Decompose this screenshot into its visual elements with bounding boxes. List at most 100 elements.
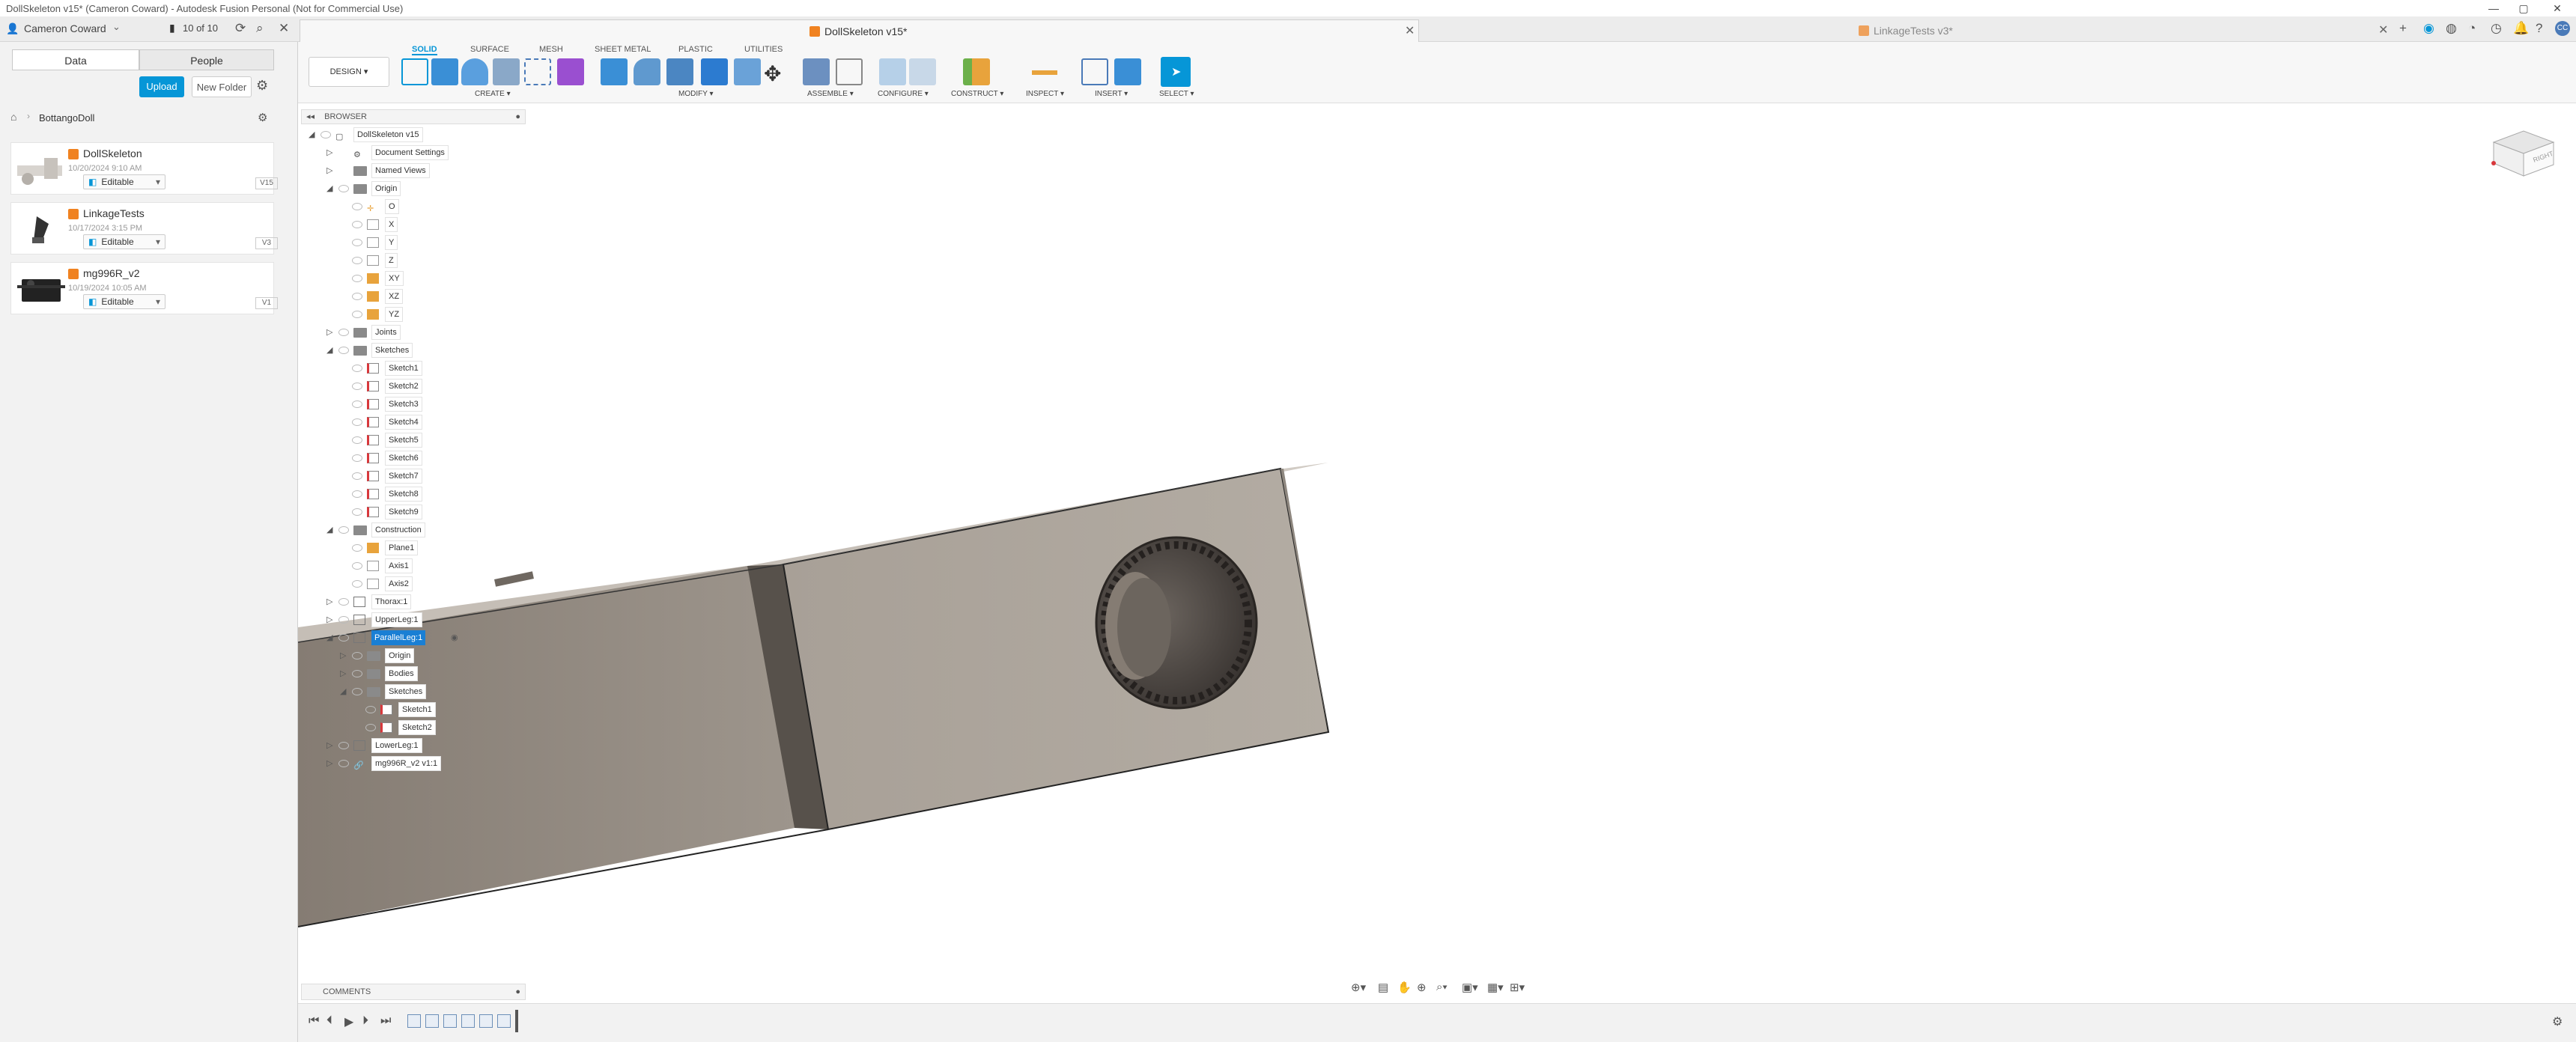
status-dropdown[interactable]: ◧ Editable ▾ — [83, 174, 165, 189]
workspace-tab-solid[interactable]: SOLID — [412, 45, 437, 55]
expand-icon[interactable]: ▷ — [326, 145, 332, 160]
timeline-feature[interactable] — [479, 1014, 493, 1028]
workspace-tab-plastic[interactable]: PLASTIC — [678, 45, 713, 54]
pan-icon[interactable]: ✋ — [1397, 981, 1412, 994]
jobs-status-icon[interactable]: ◔ — [2468, 21, 2476, 36]
servo-spline-gear[interactable] — [1095, 536, 1258, 710]
file-card-mg996r[interactable]: mg996R_v2 10/19/2024 10:05 AM ◧ Editable ▾… — [10, 262, 278, 314]
visibility-eye-icon[interactable] — [352, 472, 362, 480]
visibility-eye-icon[interactable] — [352, 383, 362, 390]
modify-menu[interactable]: MODIFY ▾ — [678, 90, 714, 98]
activate-component-icon[interactable]: ◉ — [451, 630, 458, 645]
visibility-eye-icon[interactable] — [352, 311, 362, 318]
visibility-eye-icon[interactable] — [352, 652, 362, 659]
revolve-button[interactable] — [461, 58, 488, 85]
visibility-eye-icon[interactable] — [338, 526, 349, 534]
visibility-eye-icon[interactable] — [352, 580, 362, 588]
go-to-end-icon[interactable]: ⏭ — [380, 1014, 391, 1028]
configure-table-button[interactable] — [879, 58, 906, 85]
orbit-icon[interactable]: ⊕▾ — [1351, 981, 1366, 994]
browser-panel-header[interactable]: ◂◂ BROWSER ● — [301, 109, 526, 124]
viewports-icon[interactable]: ⊞▾ — [1510, 981, 1525, 994]
folder-settings-icon[interactable]: ⚙ — [258, 111, 267, 124]
view-cube[interactable]: RIGHT — [2486, 120, 2561, 180]
visibility-eye-icon[interactable] — [352, 562, 362, 570]
pattern-button[interactable] — [524, 58, 551, 85]
visibility-eye-icon[interactable] — [365, 724, 376, 731]
upload-button[interactable]: Upload — [139, 76, 184, 97]
maximize-icon[interactable]: ▢ — [2505, 0, 2542, 16]
visibility-eye-icon[interactable] — [338, 616, 349, 624]
canvas-viewport[interactable]: RIGHT — [298, 103, 2576, 996]
visibility-eye-icon[interactable] — [338, 329, 349, 336]
workspace-tab-sheet-metal[interactable]: SHEET METAL — [595, 45, 651, 54]
refresh-icon[interactable]: ⟳ — [235, 21, 246, 36]
create-form-button[interactable] — [557, 58, 584, 85]
breadcrumb[interactable]: BottangoDoll — [39, 112, 94, 124]
workspace-tab-mesh[interactable]: MESH — [539, 45, 563, 54]
model-canvas[interactable] — [298, 103, 2576, 996]
visibility-eye-icon[interactable] — [352, 454, 362, 462]
file-name[interactable]: mg996R_v2 — [83, 267, 140, 279]
expand-icon[interactable]: ▷ — [326, 325, 332, 340]
timeline-feature[interactable] — [443, 1014, 457, 1028]
construct-menu[interactable]: CONSTRUCT ▾ — [951, 90, 1003, 98]
offset-plane-button[interactable] — [963, 58, 990, 85]
new-tab-icon[interactable]: + — [2399, 21, 2407, 36]
visibility-eye-icon[interactable] — [352, 508, 362, 516]
fit-icon[interactable]: ⌕▾ — [1436, 981, 1448, 993]
file-card-dollskeleton[interactable]: DollSkeleton 10/20/2024 9:10 AM ◧ Editabl… — [10, 142, 278, 195]
online-status-icon[interactable]: ◍ — [2446, 21, 2457, 36]
status-dropdown[interactable]: ◧ Editable ▾ — [83, 234, 165, 249]
gear-icon[interactable]: ⚙ — [256, 78, 268, 94]
chamfer-button[interactable] — [666, 58, 693, 85]
look-at-icon[interactable]: ▤ — [1378, 981, 1388, 994]
new-component-button[interactable] — [803, 58, 830, 85]
version-badge[interactable]: V1 — [255, 297, 278, 309]
search-icon[interactable]: ⌕ — [256, 21, 264, 36]
tab-linkagetests[interactable]: LinkageTests v3* ✕ — [1420, 19, 2393, 42]
visibility-eye-icon[interactable] — [352, 203, 362, 210]
home-icon[interactable]: ⌂ — [10, 111, 16, 123]
timeline-settings-icon[interactable]: ⚙ — [2552, 1014, 2563, 1029]
insert-derive-button[interactable] — [1081, 58, 1108, 85]
select-button[interactable]: ➤ — [1161, 57, 1191, 87]
comments-panel[interactable]: COMMENTS ● — [301, 984, 526, 1000]
create-sketch-button[interactable] — [401, 58, 428, 85]
comments-pin-icon[interactable]: ● — [515, 984, 520, 999]
configure-rule-button[interactable] — [909, 58, 936, 85]
status-dropdown[interactable]: ◧ Editable ▾ — [83, 294, 165, 309]
visibility-eye-icon[interactable] — [352, 418, 362, 426]
visibility-eye-icon[interactable] — [352, 365, 362, 372]
file-name[interactable]: LinkageTests — [83, 207, 145, 219]
visibility-eye-icon[interactable] — [365, 706, 376, 713]
close-window-icon[interactable]: ✕ — [2539, 0, 2576, 16]
visibility-eye-icon[interactable] — [352, 239, 362, 246]
timeline-feature[interactable] — [497, 1014, 511, 1028]
clock-icon[interactable]: ◷ — [2491, 21, 2502, 36]
visibility-eye-icon[interactable] — [352, 670, 362, 677]
insert-canvas-button[interactable] — [1114, 58, 1141, 85]
collapse-icon[interactable]: ◢ — [326, 343, 332, 358]
extrude-button[interactable] — [431, 58, 458, 85]
file-card-linkagetests[interactable]: LinkageTests 10/17/2024 3:15 PM ◧ Editabl… — [10, 202, 278, 255]
grid-settings-icon[interactable]: ▦▾ — [1487, 981, 1504, 994]
visibility-eye-icon[interactable] — [352, 490, 362, 498]
notifications-icon[interactable]: 🔔 — [2513, 21, 2529, 36]
measure-button[interactable] — [1032, 70, 1057, 75]
expand-icon[interactable]: ▷ — [340, 666, 346, 681]
visibility-eye-icon[interactable] — [321, 131, 331, 138]
visibility-eye-icon[interactable] — [352, 544, 362, 552]
file-name[interactable]: DollSkeleton — [83, 147, 142, 159]
expand-icon[interactable]: ▷ — [326, 163, 332, 178]
step-back-icon[interactable]: ⏴ — [326, 1014, 332, 1028]
collapse-icon[interactable]: ◢ — [340, 684, 346, 699]
configure-menu[interactable]: CONFIGURE ▾ — [878, 90, 929, 98]
go-to-start-icon[interactable]: ⏮ — [309, 1014, 319, 1028]
expand-icon[interactable]: ▷ — [326, 594, 332, 609]
close-tab-icon[interactable]: ✕ — [1405, 20, 1415, 43]
insert-menu[interactable]: INSERT ▾ — [1095, 90, 1128, 98]
collapse-icon[interactable]: ◢ — [326, 630, 332, 645]
chevron-down-icon[interactable]: ⌄ — [112, 21, 121, 33]
select-menu[interactable]: SELECT ▾ — [1159, 90, 1194, 98]
